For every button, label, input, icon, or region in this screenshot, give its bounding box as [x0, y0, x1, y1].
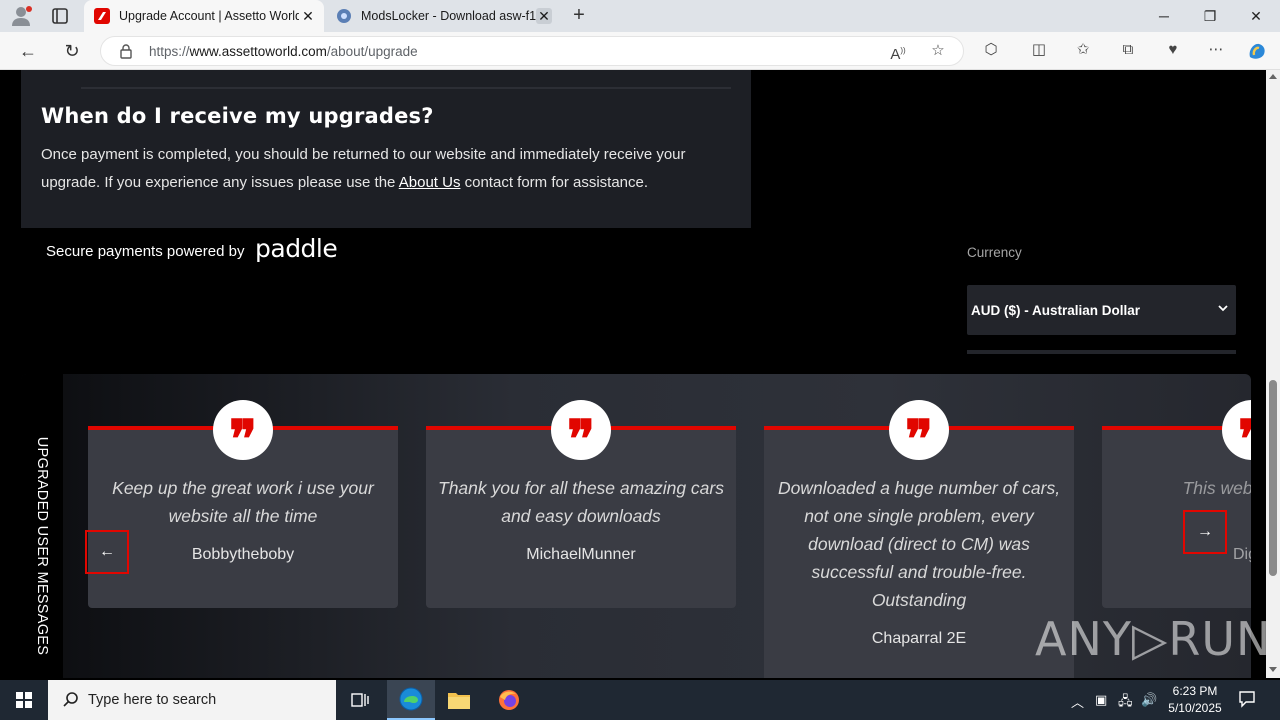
collections-icon[interactable]: ⧉ [1117, 39, 1139, 61]
search-icon [63, 692, 78, 707]
more-menu-icon[interactable]: ⋯ [1205, 39, 1227, 61]
divider [967, 350, 1236, 354]
testimonial-author: Chaparral 2E [871, 630, 967, 647]
currency-label: Currency [967, 245, 1022, 260]
restore-button[interactable]: ❐ [1187, 0, 1233, 32]
close-window-button[interactable]: ✕ [1233, 0, 1279, 32]
lock-icon[interactable] [119, 43, 133, 59]
read-aloud-icon[interactable]: A)) [887, 40, 909, 63]
task-view-icon[interactable] [336, 680, 384, 720]
address-bar[interactable]: https://www.assettoworld.com/about/upgra… [100, 36, 964, 66]
paddle-logo: paddle [255, 234, 338, 263]
file-explorer-icon[interactable] [435, 680, 483, 720]
tab-upgrade-account[interactable]: Upgrade Account | Assetto World ✕ [84, 0, 324, 32]
testimonial-author: Bobbytheboby [191, 546, 295, 563]
page-scrollbar[interactable] [1266, 70, 1280, 678]
secure-payments-text: Secure payments powered by [46, 243, 245, 260]
testimonial-card: ❞ This website is real DigiDe [1102, 400, 1251, 608]
quote-icon: ❞ [1222, 400, 1251, 466]
network-icon[interactable]: 🖧 [1118, 692, 1133, 714]
volume-icon[interactable]: 🔊 [1141, 692, 1157, 708]
split-screen-icon[interactable]: ◫ [1028, 39, 1050, 61]
testimonial-text: Downloaded a huge number of cars, not on… [777, 478, 1061, 610]
windows-taskbar: Type here to search ︿ ▣ 🖧 🔊 6:23 PM 5/10/… [0, 680, 1280, 720]
section-vertical-label: UPGRADED USER MESSAGES [21, 374, 63, 678]
address-toolbar: ← ↻ https://www.assettoworld.com/about/u… [0, 32, 1280, 70]
tab-modslocker[interactable]: ModsLocker - Download asw-f1- ✕ [326, 0, 560, 32]
tab-title: Upgrade Account | Assetto World [119, 9, 299, 23]
scrollbar-thumb[interactable] [1269, 380, 1277, 576]
firefox-icon[interactable] [485, 680, 533, 720]
tab-actions-icon[interactable] [50, 6, 70, 26]
windows-start-icon[interactable] [0, 680, 48, 720]
chevron-down-icon [1218, 305, 1228, 312]
page-viewport: When do I receive my upgrades? Once paym… [4, 70, 1266, 678]
minimize-button[interactable]: ─ [1141, 0, 1187, 32]
faq-panel: When do I receive my upgrades? Once paym… [21, 70, 751, 228]
favorite-star-icon[interactable]: ☆ [927, 40, 949, 62]
back-arrow-icon[interactable]: ← [16, 39, 40, 63]
meet-now-icon[interactable]: ▣ [1095, 692, 1107, 708]
close-tab-icon[interactable]: ✕ [300, 8, 316, 24]
carousel-prev-button[interactable]: ← [85, 530, 129, 574]
about-us-link[interactable]: About Us [399, 174, 461, 191]
testimonial-card: ❞ Keep up the great work i use your webs… [88, 400, 398, 608]
close-tab-icon[interactable]: ✕ [536, 8, 552, 24]
faq-answer: Once payment is completed, you should be… [41, 146, 686, 191]
currency-select[interactable]: AUD ($) - Australian Dollar [967, 285, 1236, 335]
testimonial-text: This website is real [1182, 478, 1251, 498]
new-tab-button[interactable]: + [568, 5, 590, 27]
notifications-icon[interactable] [1238, 690, 1256, 708]
extensions-icon[interactable]: ⬡ [980, 39, 1002, 61]
testimonial-card: ❞ Downloaded a huge number of cars, not … [764, 400, 1074, 678]
modslocker-favicon-icon [337, 9, 351, 23]
browser-tab-bar: Upgrade Account | Assetto World ✕ ModsLo… [0, 0, 1280, 32]
browser-essentials-icon[interactable]: ♥ [1162, 39, 1184, 61]
tab-title: ModsLocker - Download asw-f1- [361, 9, 541, 23]
edge-taskbar-icon[interactable] [387, 680, 435, 720]
scroll-up-icon[interactable] [1269, 74, 1277, 79]
show-hidden-icons-icon[interactable]: ︿ [1071, 692, 1084, 711]
refresh-icon[interactable]: ↻ [60, 39, 84, 63]
profile-icon[interactable] [10, 5, 34, 27]
testimonial-text: Thank you for all these amazing cars and… [438, 478, 724, 526]
carousel-next-button[interactable]: → [1183, 510, 1227, 554]
faq-question: When do I receive my upgrades? [41, 104, 434, 128]
divider [81, 87, 731, 89]
assettoworld-favicon-icon [94, 8, 110, 24]
quote-icon: ❞ [889, 400, 949, 466]
quote-icon: ❞ [213, 400, 273, 466]
quote-icon: ❞ [551, 400, 611, 466]
testimonial-card: ❞ Thank you for all these amazing cars a… [426, 400, 736, 608]
search-placeholder: Type here to search [88, 692, 217, 708]
taskbar-search-box[interactable]: Type here to search [48, 680, 336, 720]
copilot-icon[interactable] [1246, 40, 1268, 62]
testimonial-author: DigiDe [1232, 546, 1251, 563]
anyrun-watermark: ANY▷RUN [1035, 612, 1272, 666]
favorites-icon[interactable]: ✩ [1072, 39, 1094, 61]
currency-selected-value: AUD ($) - Australian Dollar [971, 303, 1141, 318]
system-clock[interactable]: 6:23 PM 5/10/2025 [1162, 683, 1228, 717]
testimonial-author: MichaelMunner [526, 546, 636, 563]
url-text[interactable]: https://www.assettoworld.com/about/upgra… [149, 44, 418, 59]
testimonial-text: Keep up the great work i use your websit… [112, 478, 374, 526]
scroll-down-icon[interactable] [1269, 667, 1277, 672]
